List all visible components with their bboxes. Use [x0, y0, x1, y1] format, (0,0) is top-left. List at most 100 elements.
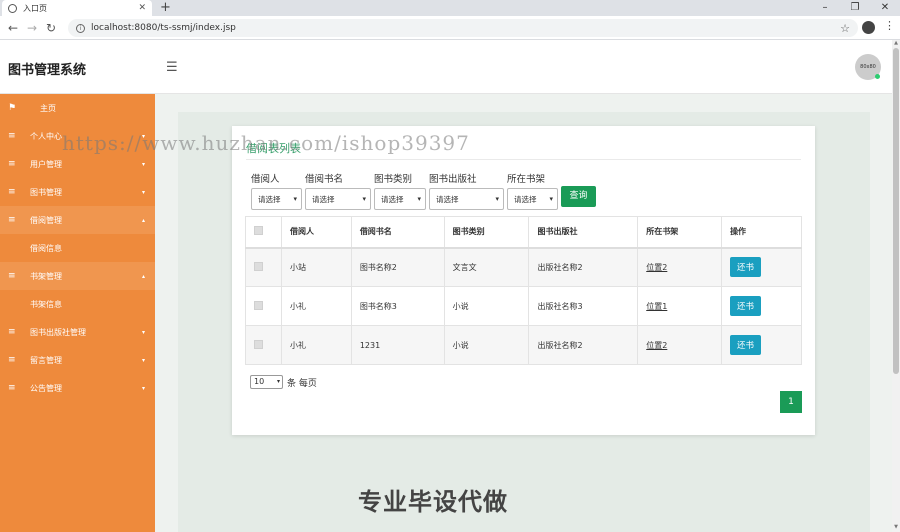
- sidebar-item-borrow[interactable]: ≡ 借阅管理 ▴: [0, 206, 155, 234]
- sidebar-item-messages[interactable]: ≡ 留言管理 ▾: [0, 346, 155, 374]
- chevron-up-icon: ▴: [141, 272, 145, 280]
- tab-title: 入口页: [23, 3, 47, 13]
- return-book-button[interactable]: 还书: [730, 335, 762, 355]
- chevron-down-icon: ▾: [141, 328, 145, 336]
- column-header: 图书类别: [443, 216, 530, 249]
- category-cell: 文言文: [443, 247, 530, 287]
- profile-icon[interactable]: [862, 21, 875, 34]
- filter-label: 图书出版社: [429, 174, 477, 185]
- sidebar-item-publishers[interactable]: ≡ 图书出版社管理 ▾: [0, 318, 155, 346]
- shelf-link[interactable]: 位置2: [646, 263, 667, 272]
- sidebar-item-label: 个人中心: [30, 131, 62, 141]
- chevron-down-icon: ▾: [141, 384, 145, 392]
- filter-shelf: 所在书架 请选择 ▾: [507, 171, 558, 210]
- minimize-button[interactable]: –: [810, 0, 840, 16]
- close-window-button[interactable]: ✕: [870, 0, 900, 16]
- publisher-cell: 出版社名称3: [528, 286, 639, 326]
- return-book-button[interactable]: 还书: [730, 296, 762, 316]
- restore-button[interactable]: ❐: [840, 0, 870, 16]
- sidebar-item-notices[interactable]: ≡ 公告管理 ▾: [0, 374, 155, 402]
- chevron-down-icon: ▾: [276, 378, 280, 385]
- select-value: 请选择: [381, 194, 404, 204]
- page-size-suffix: 条 每页: [287, 378, 317, 389]
- category-cell: 小说: [443, 286, 530, 326]
- hamburger-menu-icon[interactable]: ☰: [166, 60, 178, 75]
- list-icon: ≡: [8, 383, 16, 393]
- text-watermark: 专业毕设代做: [358, 488, 508, 516]
- scroll-down-arrow-icon[interactable]: ▼: [892, 524, 900, 532]
- publisher-cell: 出版社名称2: [528, 247, 639, 287]
- scrollbar-thumb[interactable]: [893, 48, 899, 374]
- scroll-up-arrow-icon[interactable]: ▲: [892, 40, 900, 48]
- shelf-link[interactable]: 位置2: [646, 341, 667, 350]
- sidebar-item-label: 留言管理: [30, 355, 62, 365]
- page-number-button[interactable]: 1: [780, 391, 802, 413]
- new-tab-button[interactable]: +: [160, 0, 171, 16]
- query-button[interactable]: 查询: [561, 186, 596, 207]
- list-icon: ≡: [8, 159, 16, 169]
- sidebar-item-label: 图书管理: [30, 187, 62, 197]
- shelf-link[interactable]: 位置1: [646, 302, 667, 311]
- app-title: 图书管理系统: [8, 63, 87, 78]
- header-checkbox-cell: [245, 216, 282, 249]
- book-name-select[interactable]: 请选择 ▾: [305, 188, 371, 210]
- borrower-cell: 小礼: [280, 325, 352, 365]
- row-checkbox-cell: [245, 325, 282, 365]
- sidebar: ⚑ 主页 ≡ 个人中心 ▾ ≡ 用户管理 ▾ ≡ 图书管理 ▾ ≡ 借阅管理 ▴…: [0, 94, 155, 532]
- list-icon: ≡: [8, 271, 16, 281]
- select-all-checkbox[interactable]: [254, 226, 263, 236]
- filter-borrower: 借阅人 请选择 ▾: [251, 171, 302, 210]
- back-arrow-icon[interactable]: ←: [8, 20, 18, 36]
- sidebar-item-home[interactable]: ⚑ 主页: [0, 94, 155, 122]
- bookmark-star-icon[interactable]: ☆: [840, 22, 850, 35]
- close-icon[interactable]: ✕: [138, 3, 146, 13]
- filter-label: 借阅书名: [305, 174, 344, 185]
- info-icon[interactable]: i: [76, 23, 85, 33]
- table-row: 小站 图书名称2 文言文 出版社名称2 位置2 还书: [245, 247, 802, 287]
- chevron-down-icon: ▾: [141, 160, 145, 168]
- borrow-table: 借阅人 借阅书名 图书类别 图书出版社 所在书架 操作 小站 图书名称2 文言文…: [245, 216, 802, 365]
- forward-arrow-icon[interactable]: →: [27, 20, 37, 36]
- chevron-down-icon: ▾: [549, 195, 553, 203]
- sidebar-subitem-borrow-info[interactable]: 借阅信息: [0, 234, 155, 262]
- row-checkbox[interactable]: [254, 339, 263, 349]
- row-checkbox[interactable]: [254, 261, 263, 271]
- sidebar-item-label: 借阅管理: [30, 215, 62, 225]
- url-watermark: https://www.huzhan.com/ishop39397: [62, 131, 470, 155]
- borrower-select[interactable]: 请选择 ▾: [251, 188, 302, 210]
- chevron-down-icon: ▾: [293, 195, 297, 203]
- chevron-up-icon: ▴: [141, 216, 145, 224]
- sidebar-subitem-shelf-info[interactable]: 书架信息: [0, 290, 155, 318]
- book-cell: 图书名称3: [350, 286, 445, 326]
- action-cell: 还书: [721, 286, 802, 326]
- return-book-button[interactable]: 还书: [730, 257, 762, 278]
- table-row: 小礼 图书名称3 小说 出版社名称3 位置1 还书: [245, 286, 802, 326]
- url-input[interactable]: i localhost:8080/ts-ssmj/index.jsp ☆: [68, 19, 858, 37]
- reload-icon[interactable]: ↻: [46, 20, 56, 36]
- sidebar-item-label: 书架信息: [30, 299, 62, 309]
- sidebar-item-label: 书架管理: [30, 271, 62, 281]
- filter-publisher: 图书出版社 请选择 ▾: [429, 171, 504, 210]
- row-checkbox[interactable]: [254, 300, 263, 310]
- browser-tab[interactable]: 入口页 ✕: [2, 0, 152, 16]
- publisher-select[interactable]: 请选择 ▾: [429, 188, 504, 210]
- chevron-down-icon: ▾: [141, 188, 145, 196]
- app-header: 图书管理系统 ☰ 80x80: [0, 40, 892, 94]
- divider: [246, 159, 801, 160]
- filter-label: 借阅人: [251, 174, 280, 185]
- borrower-cell: 小礼: [280, 286, 352, 326]
- chevron-down-icon: ▾: [362, 195, 366, 203]
- select-value: 请选择: [312, 194, 335, 204]
- book-cell: 1231: [350, 325, 445, 365]
- sidebar-item-books[interactable]: ≡ 图书管理 ▾: [0, 178, 155, 206]
- browser-tab-strip: 入口页 ✕ + – ❐ ✕: [0, 0, 900, 16]
- shelf-cell: 位置2: [637, 325, 723, 365]
- browser-menu-icon[interactable]: ⋮: [884, 19, 895, 32]
- page-size-value: 10: [254, 377, 265, 386]
- sidebar-item-shelves[interactable]: ≡ 书架管理 ▴: [0, 262, 155, 290]
- page-size-select[interactable]: 10 ▾: [250, 375, 283, 389]
- category-select[interactable]: 请选择 ▾: [374, 188, 426, 210]
- list-icon: ≡: [8, 131, 16, 141]
- shelf-select[interactable]: 请选择 ▾: [507, 188, 558, 210]
- shelf-cell: 位置1: [637, 286, 723, 326]
